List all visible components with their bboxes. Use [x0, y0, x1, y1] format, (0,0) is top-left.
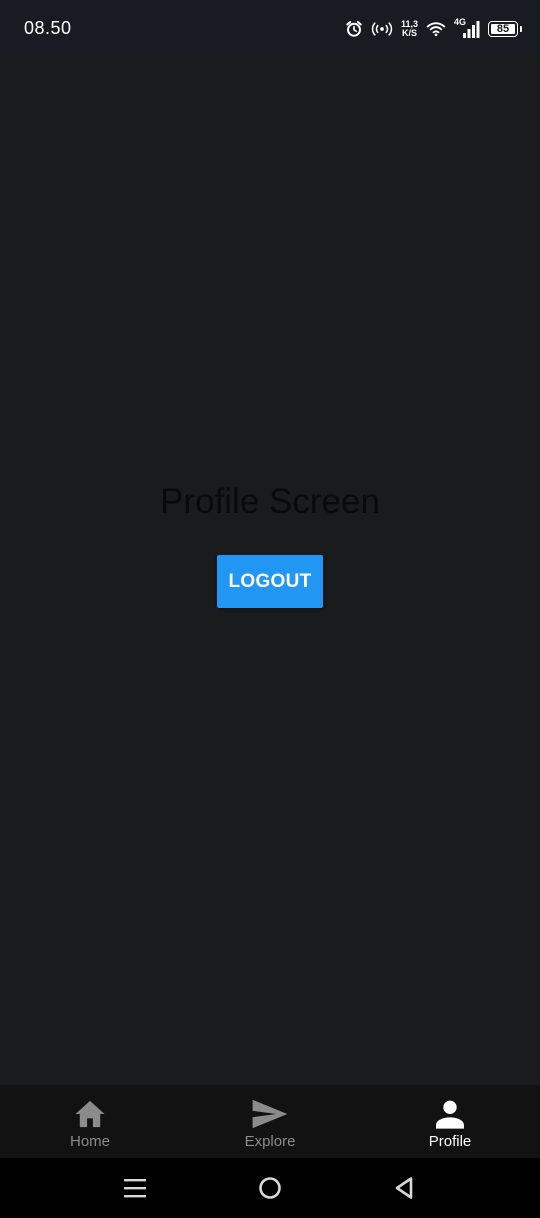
alarm-icon [345, 20, 363, 38]
speed-unit: K/S [401, 28, 417, 38]
network-speed: 11,3 K/S [401, 20, 418, 38]
home-circle-icon[interactable] [252, 1172, 288, 1204]
tab-explore-label: Explore [244, 1133, 296, 1150]
page-title: Profile Screen [160, 482, 380, 521]
person-icon [434, 1097, 466, 1131]
battery-cap [520, 26, 522, 32]
back-triangle-icon[interactable] [386, 1172, 422, 1204]
bottom-tab-bar: Home Explore Profile [0, 1085, 540, 1158]
battery-icon: 85 [488, 21, 522, 37]
wifi-icon [426, 21, 446, 37]
status-bar: 08.50 11,3 K/S 4G 85 [0, 0, 540, 56]
menu-icon[interactable] [117, 1172, 153, 1204]
battery-percent: 85 [496, 23, 510, 35]
home-icon [72, 1097, 108, 1131]
tab-home-label: Home [69, 1133, 110, 1150]
signal-icon: 4G [454, 17, 480, 39]
hotspot-icon [371, 20, 393, 38]
system-nav-bar [0, 1158, 540, 1218]
status-icons: 11,3 K/S 4G 85 [345, 16, 522, 42]
send-icon [251, 1097, 289, 1131]
status-time: 08.50 [24, 18, 72, 38]
main-content: Profile Screen LOGOUT [0, 56, 540, 1085]
tab-profile[interactable]: Profile [360, 1085, 540, 1158]
tab-profile-label: Profile [428, 1133, 472, 1150]
tab-explore[interactable]: Explore [180, 1085, 360, 1158]
logout-button[interactable]: LOGOUT [217, 555, 323, 608]
app-screen: 08.50 11,3 K/S 4G 85 Profile Screen LOGO… [0, 0, 540, 1218]
tab-home[interactable]: Home [0, 1085, 180, 1158]
